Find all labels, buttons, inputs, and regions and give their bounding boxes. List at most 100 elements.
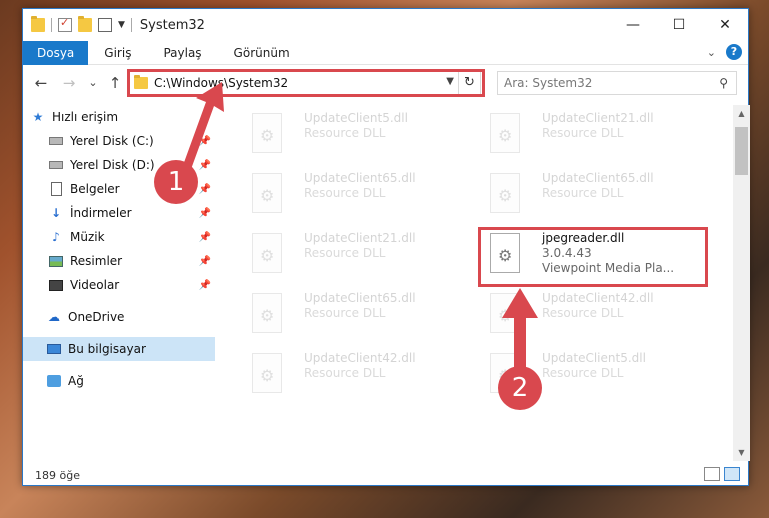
file-type: Resource DLL bbox=[304, 126, 386, 140]
close-button[interactable]: ✕ bbox=[702, 9, 748, 41]
pin-icon: 📌 bbox=[198, 183, 211, 195]
file-type: Resource DLL bbox=[304, 306, 386, 320]
folder-icon bbox=[31, 16, 45, 32]
details-view-icon[interactable] bbox=[704, 467, 720, 481]
dll-file-icon bbox=[252, 113, 282, 153]
file-highlight-box bbox=[478, 227, 708, 287]
star-icon: ★ bbox=[32, 110, 44, 124]
file-tile[interactable]: UpdateClient42.dll Resource DLL bbox=[242, 347, 462, 399]
scroll-down-icon[interactable]: ▼ bbox=[733, 444, 750, 461]
tab-share[interactable]: Paylaş bbox=[147, 41, 217, 65]
nav-item-videos[interactable]: Videolar 📌 bbox=[49, 273, 215, 297]
nav-item-this-pc[interactable]: Bu bilgisayar bbox=[23, 337, 215, 361]
music-icon: ♪ bbox=[52, 230, 60, 244]
nav-item-label: Belgeler bbox=[70, 182, 120, 196]
back-button[interactable]: ← bbox=[31, 72, 51, 94]
explorer-window: ▼ System32 — ☐ ✕ Dosya Giriş Paylaş Görü… bbox=[22, 8, 750, 486]
dll-file-icon bbox=[252, 233, 282, 273]
search-icon[interactable]: ⚲ bbox=[719, 72, 728, 94]
ribbon-tabs: Dosya Giriş Paylaş Görünüm ⌄ ? bbox=[23, 40, 748, 65]
file-tile[interactable]: UpdateClient65.dll Resource DLL bbox=[242, 167, 462, 219]
tab-home[interactable]: Giriş bbox=[88, 41, 147, 65]
file-name: UpdateClient65.dll bbox=[304, 171, 416, 185]
file-name: UpdateClient21.dll bbox=[542, 111, 654, 125]
nav-item-local-disk-c[interactable]: Yerel Disk (C:) 📌 bbox=[49, 129, 215, 153]
dll-file-icon bbox=[252, 353, 282, 393]
quick-access-toolbar: ▼ bbox=[23, 16, 132, 32]
nav-item-label: OneDrive bbox=[68, 310, 125, 324]
scroll-thumb[interactable] bbox=[735, 127, 748, 175]
file-name: UpdateClient5.dll bbox=[542, 351, 646, 365]
tab-file[interactable]: Dosya bbox=[23, 40, 89, 65]
recent-locations-button[interactable]: ⌄ bbox=[83, 72, 103, 94]
window-controls: — ☐ ✕ bbox=[610, 9, 748, 41]
help-icon[interactable]: ? bbox=[726, 44, 742, 60]
file-name: UpdateClient42.dll bbox=[542, 291, 654, 305]
maximize-button[interactable]: ☐ bbox=[656, 9, 702, 41]
search-placeholder: Ara: System32 bbox=[504, 76, 593, 90]
up-button[interactable]: ↑ bbox=[105, 72, 125, 94]
search-input[interactable]: Ara: System32 ⚲ bbox=[497, 71, 737, 95]
dll-file-icon bbox=[490, 173, 520, 213]
file-type: Resource DLL bbox=[304, 366, 386, 380]
nav-item-label: Yerel Disk (C:) bbox=[70, 134, 154, 148]
nav-item-label: Ağ bbox=[68, 374, 84, 388]
customize-toolbar-icon[interactable] bbox=[98, 18, 112, 32]
file-type: Resource DLL bbox=[304, 186, 386, 200]
pin-icon: 📌 bbox=[198, 135, 211, 147]
minimize-button[interactable]: — bbox=[610, 9, 656, 41]
step-badge-1: 1 bbox=[154, 160, 198, 204]
window-title: System32 bbox=[139, 17, 205, 33]
nav-item-downloads[interactable]: ↓ İndirmeler 📌 bbox=[49, 201, 215, 225]
file-tile[interactable]: UpdateClient21.dll Resource DLL bbox=[242, 227, 462, 279]
nav-item-label: Resimler bbox=[70, 254, 123, 268]
nav-item-music[interactable]: ♪ Müzik 📌 bbox=[49, 225, 215, 249]
tiles-view-icon[interactable] bbox=[724, 467, 740, 481]
file-tile[interactable]: UpdateClient42.dll Resource DLL bbox=[480, 287, 700, 339]
nav-item-label: Videolar bbox=[70, 278, 120, 292]
file-tile[interactable]: UpdateClient21.dll Resource DLL bbox=[480, 107, 700, 159]
nav-item-label: Bu bilgisayar bbox=[68, 342, 146, 356]
ribbon-right: ⌄ ? bbox=[707, 44, 742, 60]
file-type: Resource DLL bbox=[542, 306, 624, 320]
dll-file-icon bbox=[490, 113, 520, 153]
separator bbox=[130, 18, 132, 32]
forward-button[interactable]: → bbox=[59, 72, 79, 94]
status-bar: 189 öğe bbox=[23, 465, 748, 485]
pin-icon: 📌 bbox=[198, 255, 211, 267]
nav-item-label: Hızlı erişim bbox=[52, 110, 119, 124]
nav-item-onedrive[interactable]: ☁ OneDrive bbox=[47, 305, 215, 329]
tab-view[interactable]: Görünüm bbox=[218, 41, 306, 65]
pin-icon: 📌 bbox=[198, 207, 211, 219]
file-name: UpdateClient42.dll bbox=[304, 351, 416, 365]
separator bbox=[51, 18, 52, 32]
nav-item-label: Müzik bbox=[70, 230, 105, 244]
computer-icon bbox=[47, 344, 61, 354]
file-name: UpdateClient5.dll bbox=[304, 111, 408, 125]
file-name: UpdateClient65.dll bbox=[304, 291, 416, 305]
item-count: 189 öğe bbox=[35, 468, 80, 482]
nav-item-label: Yerel Disk (D:) bbox=[70, 158, 155, 172]
download-icon: ↓ bbox=[50, 206, 62, 220]
title-bar: ▼ System32 — ☐ ✕ bbox=[23, 9, 748, 41]
expand-ribbon-icon[interactable]: ⌄ bbox=[707, 46, 716, 59]
nav-item-quick-access[interactable]: ★ Hızlı erişim bbox=[31, 105, 223, 129]
dll-file-icon bbox=[490, 293, 520, 333]
vertical-scrollbar[interactable]: ▲ ▼ bbox=[733, 105, 750, 461]
properties-check-icon[interactable] bbox=[58, 16, 72, 32]
nav-item-pictures[interactable]: Resimler 📌 bbox=[49, 249, 215, 273]
nav-item-network[interactable]: Ağ bbox=[47, 369, 215, 393]
toolbar-dropdown-icon[interactable]: ▼ bbox=[118, 20, 125, 30]
videos-icon bbox=[49, 279, 63, 291]
step-badge-2: 2 bbox=[498, 366, 542, 410]
dll-file-icon bbox=[252, 293, 282, 333]
file-tile[interactable]: UpdateClient5.dll Resource DLL bbox=[242, 107, 462, 159]
scroll-up-icon[interactable]: ▲ bbox=[733, 105, 750, 122]
file-tile[interactable]: UpdateClient65.dll Resource DLL bbox=[480, 167, 700, 219]
navigation-pane: ★ Hızlı erişim Yerel Disk (C:) 📌 Yerel D… bbox=[23, 105, 215, 461]
new-folder-icon[interactable] bbox=[78, 16, 92, 32]
cloud-icon: ☁ bbox=[48, 310, 60, 324]
file-type: Resource DLL bbox=[542, 186, 624, 200]
file-tile[interactable]: UpdateClient65.dll Resource DLL bbox=[242, 287, 462, 339]
drive-icon bbox=[49, 137, 63, 145]
